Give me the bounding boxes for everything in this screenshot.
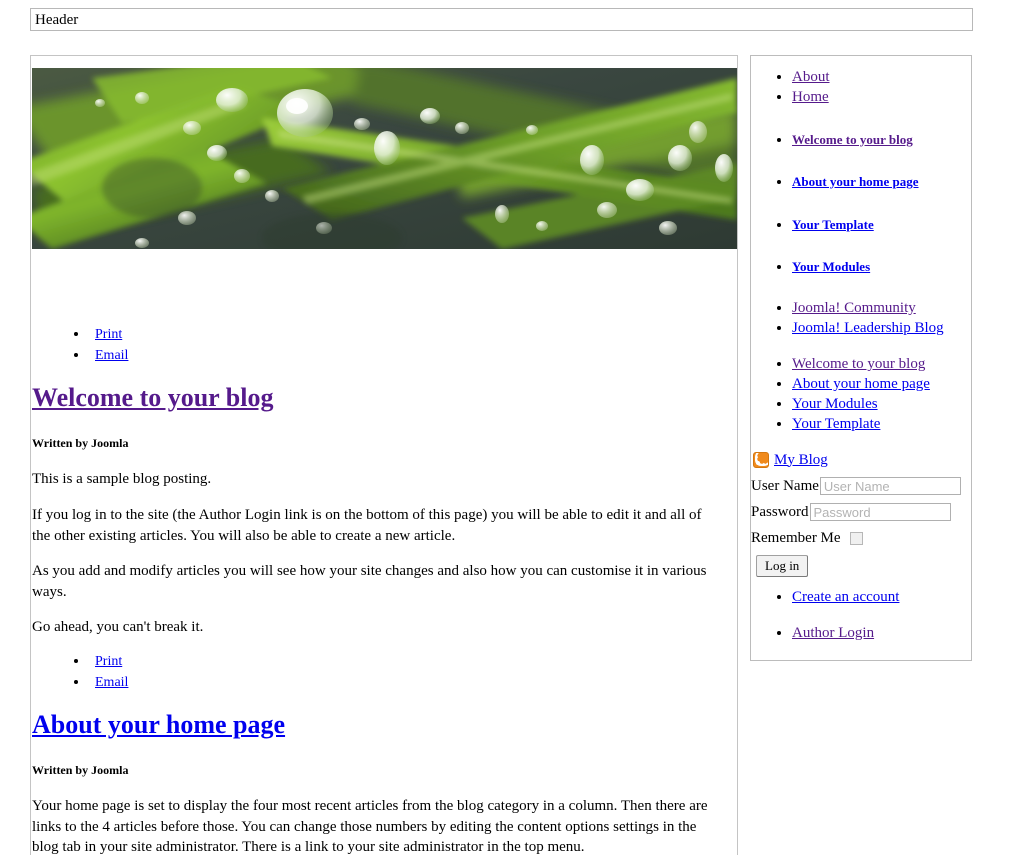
page-header-title: Header <box>35 12 79 28</box>
list-item: About <box>792 67 830 87</box>
password-row: Password <box>751 503 951 521</box>
list-item: Email <box>89 345 128 366</box>
article-paragraph-1-1: This is a sample blog posting. <box>32 471 212 487</box>
article-byline-1: Written by Joomla <box>32 436 129 450</box>
list-item: Your Template <box>792 414 930 434</box>
list-item: Your Template <box>792 215 874 235</box>
article-paragraph-1-4: Go ahead, you can't break it. <box>32 619 204 635</box>
sidebar-menu-latest-articles: Welcome to your blog About your home pag… <box>751 354 930 434</box>
remember-me-row: Remember Me <box>751 530 863 547</box>
list-item: Welcome to your blog <box>792 130 913 150</box>
list-item: Home <box>792 87 830 107</box>
print-link-1[interactable]: Print <box>89 327 122 342</box>
sidebar-item-welcome-to-your-blog[interactable]: Welcome to your blog <box>792 132 913 147</box>
remember-me-checkbox[interactable] <box>849 532 863 545</box>
article-paragraph-2-1: Your home page is set to display the fou… <box>32 798 708 855</box>
article-paragraph-1-3: As you add and modify articles you will … <box>32 563 707 600</box>
sidebar-menu-welcome-blog: Welcome to your blog <box>751 130 913 150</box>
sidebar-menu-about-home-page: About your home page <box>751 172 919 192</box>
sidebar-article-about-your-home-page[interactable]: About your home page <box>792 376 930 392</box>
hero-image-grass-water-droplets <box>32 68 737 249</box>
sidebar-article-your-template[interactable]: Your Template <box>792 416 880 432</box>
grass-photo-svg <box>32 68 737 249</box>
sidebar-author-login-list: Author Login <box>751 623 874 643</box>
article-title-link-2[interactable]: About your home page <box>32 710 285 739</box>
list-item: Author Login <box>792 623 874 643</box>
login-button[interactable]: Log in <box>756 555 809 577</box>
rss-feed-icon[interactable] <box>753 452 769 468</box>
sidebar-menu-your-template: Your Template <box>751 215 874 235</box>
list-item: About your home page <box>792 374 930 394</box>
sidebar-menu-your-modules: Your Modules <box>751 257 870 277</box>
list-item: Email <box>89 672 128 693</box>
main-content-column: Print Email Welcome to your blog Written… <box>30 55 738 855</box>
list-item: About your home page <box>792 172 919 192</box>
username-input[interactable] <box>819 477 961 495</box>
sidebar-item-joomla-leadership-blog[interactable]: Joomla! Leadership Blog <box>792 320 944 336</box>
author-login-link[interactable]: Author Login <box>792 625 874 641</box>
password-label: Password <box>751 503 809 520</box>
article-tools-2: Print Email <box>31 651 128 693</box>
print-link-2[interactable]: Print <box>89 654 122 669</box>
list-item: Joomla! Leadership Blog <box>792 318 944 338</box>
article-title-link-1[interactable]: Welcome to your blog <box>32 383 273 412</box>
remember-me-label: Remember Me <box>751 530 841 546</box>
list-item: Welcome to your blog <box>792 354 930 374</box>
password-input[interactable] <box>809 503 951 521</box>
list-item: Print <box>89 651 128 672</box>
article-title-2: About your home page <box>32 710 285 740</box>
sidebar-item-about[interactable]: About <box>792 69 830 85</box>
article-byline-2: Written by Joomla <box>32 763 129 777</box>
username-row: User Name <box>751 477 961 495</box>
right-sidebar: About Home Welcome to your blog About yo… <box>750 55 972 661</box>
article-title-1: Welcome to your blog <box>32 383 273 413</box>
list-item: Create an account <box>792 587 899 607</box>
email-link-1[interactable]: Email <box>89 348 128 363</box>
username-label: User Name <box>751 477 819 494</box>
list-item: Your Modules <box>792 257 870 277</box>
create-an-account-link[interactable]: Create an account <box>792 589 899 605</box>
sidebar-article-welcome-to-your-blog[interactable]: Welcome to your blog <box>792 356 925 372</box>
email-link-2[interactable]: Email <box>89 675 128 690</box>
sidebar-item-joomla-community[interactable]: Joomla! Community <box>792 300 916 316</box>
sidebar-item-your-modules[interactable]: Your Modules <box>792 259 870 274</box>
sidebar-menu-joomla-links: Joomla! Community Joomla! Leadership Blo… <box>751 298 944 338</box>
sidebar-create-account-list: Create an account <box>751 587 899 607</box>
sidebar-article-your-modules[interactable]: Your Modules <box>792 396 878 412</box>
sidebar-item-home[interactable]: Home <box>792 89 829 105</box>
list-item: Joomla! Community <box>792 298 944 318</box>
sidebar-menu-top: About Home <box>751 67 830 107</box>
page-header-box: Header <box>30 8 973 31</box>
feed-row: My Blog <box>753 451 828 469</box>
my-blog-feed-link[interactable]: My Blog <box>774 452 828 469</box>
sidebar-item-about-your-home-page[interactable]: About your home page <box>792 174 919 189</box>
article-tools-1: Print Email <box>31 324 128 366</box>
sidebar-item-your-template[interactable]: Your Template <box>792 217 874 232</box>
article-paragraph-1-2: If you log in to the site (the Author Lo… <box>32 507 702 544</box>
list-item: Your Modules <box>792 394 930 414</box>
list-item: Print <box>89 324 128 345</box>
